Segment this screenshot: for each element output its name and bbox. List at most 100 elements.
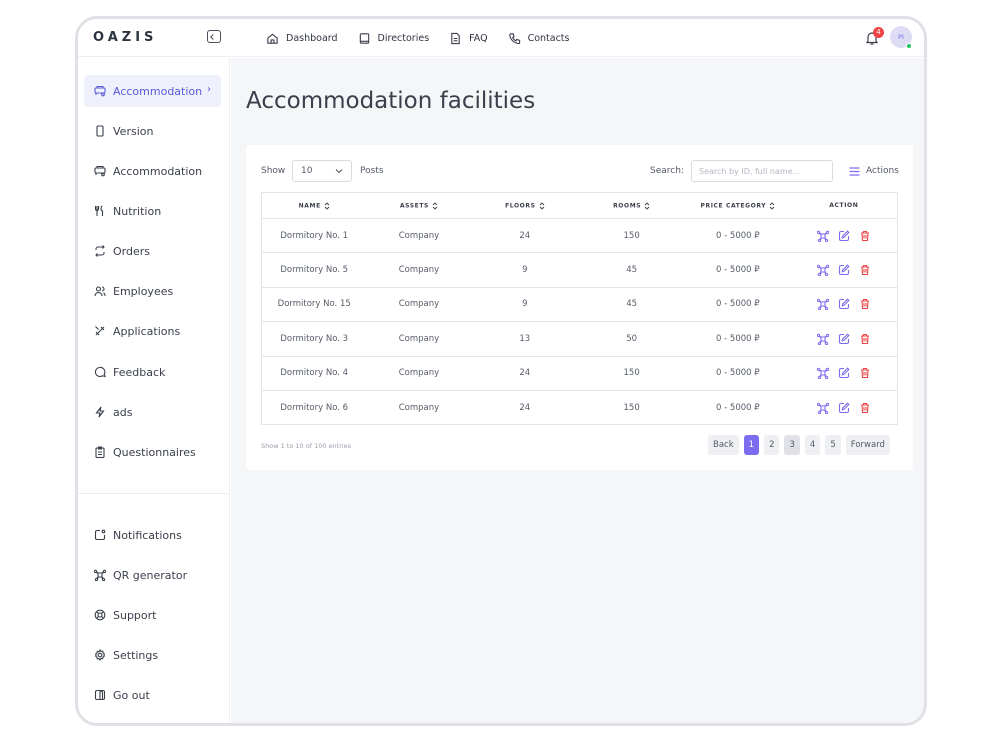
page-button-4[interactable]: 4: [804, 435, 821, 455]
page-button-2[interactable]: 2: [764, 435, 780, 455]
cell-assets: Company: [366, 321, 472, 357]
edit-icon[interactable]: [838, 402, 850, 414]
sidebar-item-support[interactable]: Support: [84, 599, 221, 631]
page-size-select[interactable]: 10: [292, 160, 352, 182]
cell-action: [790, 252, 898, 288]
sidebar-item-employees[interactable]: Employees: [84, 275, 221, 307]
delete-icon[interactable]: [859, 230, 871, 242]
forward-button[interactable]: Forward: [845, 435, 890, 455]
sidebar-divider: [78, 493, 230, 494]
column-header-price-category[interactable]: Price category: [685, 192, 791, 219]
cell-floors: 9: [471, 252, 579, 288]
cell-floors: 13: [471, 321, 579, 357]
cell-action: [791, 390, 898, 424]
app-logo[interactable]: OAZIS: [93, 30, 157, 45]
tools-icon: [95, 326, 105, 336]
page-button-1[interactable]: 1: [743, 435, 760, 455]
search-label: Search:: [650, 166, 684, 176]
edit-icon[interactable]: [838, 333, 850, 345]
sidebar-item-label: Accommodation: [113, 164, 203, 178]
qr-code-icon[interactable]: [816, 230, 830, 242]
column-header-floors[interactable]: Floors: [471, 192, 579, 219]
column-header-action: Action: [790, 192, 898, 219]
sidebar-item-notifications[interactable]: Notifications: [84, 519, 221, 551]
actions-button[interactable]: Actions: [849, 166, 899, 176]
delete-icon[interactable]: [859, 264, 871, 276]
top-navigation: Dashboard Directories FAQ Contacts: [266, 19, 569, 57]
cell-name: Dormitory No. 5: [261, 252, 367, 288]
sort-icon: [644, 201, 650, 210]
row-actions: [791, 367, 897, 380]
chevron-down-icon: [335, 169, 343, 174]
sidebar-item-settings[interactable]: Settings: [84, 639, 221, 671]
row-actions: [791, 298, 897, 311]
posts-label: Posts: [360, 166, 384, 176]
main-content: Accommodation facilities Show 10 Posts S…: [231, 58, 924, 723]
table-body: Dormitory No. 1 Company 24 150 0 - 5000 ₽ Dor…: [261, 218, 898, 425]
page-button-5[interactable]: 5: [825, 435, 841, 455]
cell-assets: Company: [366, 252, 472, 288]
qr-code-icon[interactable]: [816, 402, 830, 414]
column-header-rooms[interactable]: Rooms: [578, 192, 686, 219]
sidebar-item-accommodation[interactable]: Accommodation: [84, 155, 221, 187]
edit-icon[interactable]: [838, 264, 850, 276]
building-icon: [94, 165, 106, 177]
cell-assets: Company: [366, 287, 472, 323]
qr-code-icon[interactable]: [816, 298, 830, 311]
nav-dashboard[interactable]: Dashboard: [266, 32, 338, 45]
cell-price-category: 0 - 5000 ₽: [716, 402, 760, 413]
nav-contacts[interactable]: Contacts: [508, 32, 569, 45]
sidebar-item-label: Support: [113, 608, 157, 622]
cell-name: Dormitory No. 1: [261, 218, 367, 254]
sidebar: Accommodation › Version Accommodation Nu…: [78, 58, 230, 723]
delete-icon[interactable]: [859, 402, 871, 414]
qr-code-icon[interactable]: [816, 264, 830, 277]
users-icon: [94, 286, 106, 297]
menu-icon: [849, 166, 860, 176]
edit-icon[interactable]: [838, 298, 850, 310]
phone-device-icon: [96, 125, 104, 137]
back-button[interactable]: Back: [708, 435, 739, 455]
chevron-right-icon: ›: [207, 84, 211, 95]
nav-faq[interactable]: FAQ: [449, 32, 488, 45]
column-header-assets[interactable]: Assets: [366, 192, 472, 219]
clipboard-icon: [95, 446, 105, 458]
nav-directories[interactable]: Directories: [358, 32, 429, 45]
bolt-icon: [95, 406, 105, 418]
delete-icon[interactable]: [859, 367, 871, 379]
sidebar-item-orders[interactable]: Orders: [84, 235, 221, 267]
table-row: Dormitory No. 15 Company 9 45 0 - 5000 ₽: [261, 287, 898, 323]
delete-icon[interactable]: [859, 298, 871, 310]
sidebar-item-nutrition[interactable]: Nutrition: [84, 195, 221, 227]
sidebar-item-questionnaires[interactable]: Questionnaires: [84, 436, 221, 468]
sidebar-item-label: QR generator: [113, 568, 188, 582]
sidebar-item-version[interactable]: Version: [84, 115, 221, 147]
sidebar-item-label: Settings: [113, 648, 159, 662]
qr-code-icon[interactable]: [816, 367, 830, 380]
repeat-icon: [95, 245, 105, 257]
cell-rooms: 45: [578, 252, 686, 288]
table-row: Dormitory No. 5 Company 9 45 0 - 5000 ₽: [261, 252, 898, 288]
edit-icon[interactable]: [838, 367, 850, 379]
sidebar-item-ads[interactable]: ads: [84, 396, 221, 428]
sidebar-item-label: Applications: [113, 324, 181, 338]
search-input[interactable]: [691, 160, 833, 182]
edit-icon[interactable]: [838, 230, 850, 242]
delete-icon[interactable]: [859, 333, 871, 345]
table-row: Dormitory No. 1 Company 24 150 0 - 5000 ₽: [261, 218, 898, 254]
nav-faq-label: FAQ: [469, 32, 488, 44]
qr-code-icon[interactable]: [816, 333, 830, 346]
sidebar-item-applications[interactable]: Applications: [84, 315, 221, 347]
collapse-sidebar-icon[interactable]: [207, 30, 221, 43]
column-header-name[interactable]: Name: [261, 192, 367, 219]
sidebar-item-go-out[interactable]: Go out: [84, 679, 221, 711]
row-actions: [791, 333, 897, 346]
nav-dashboard-label: Dashboard: [286, 32, 338, 44]
sidebar-item-accommodation-active[interactable]: Accommodation ›: [84, 75, 221, 107]
home-icon: [267, 33, 278, 44]
utensils-icon: [94, 205, 104, 216]
support-icon: [94, 609, 106, 621]
sidebar-item-feedback[interactable]: Feedback: [84, 356, 221, 388]
sidebar-item-qr-generator[interactable]: QR generator: [84, 559, 221, 591]
page-button-3[interactable]: 3: [784, 435, 800, 455]
